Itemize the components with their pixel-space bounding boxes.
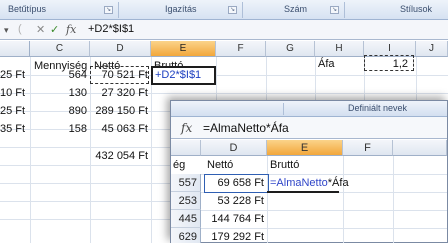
ribbon-group-styles-label: Stílusok [400,4,433,14]
ribbon-separator [118,2,119,18]
grid-line [393,156,394,243]
column-header-c[interactable]: C [30,41,90,57]
formula-input[interactable]: +D2*$I$1 [88,23,134,35]
alignment-dialog-launcher-icon[interactable]: ↘ [228,6,237,14]
ribbon-separator [242,2,243,18]
cell-b-row4[interactable]: 35 Ft [0,120,30,138]
namebox-dropdown-icon[interactable]: ▾ [4,25,9,36]
overlay-formula-bar: fx =AlmaNetto*Áfa [171,117,447,139]
enter-check-icon[interactable]: ✓ [50,23,59,36]
cell-c-row3[interactable]: 890 [30,102,87,120]
column-header-e[interactable]: E [151,41,216,57]
overlay-cell-d-row4[interactable]: 179 292 Ft [201,228,264,243]
insert-function-icon[interactable]: fx [66,23,76,36]
cell-c-row1[interactable]: 564 [30,66,87,84]
overlay-column-header-g[interactable] [393,140,447,156]
ribbon-group-number-label: Szám [284,4,308,14]
column-header-d[interactable]: D [90,41,151,57]
cell-b-row3[interactable]: 25 Ft [0,102,30,120]
overlay-cell-d-row1[interactable]: 69 658 Ft [201,174,264,192]
cell-b-row2[interactable]: 10 Ft [0,84,30,102]
overlay-partial-header: ég [173,159,186,171]
ribbon-separator [283,103,284,115]
ribbon-group-strip: Betűtípus ↘ Igazítás ↘ Szám ↘ Stílusok [0,0,448,20]
cell-d-row1[interactable]: 70 521 Ft [90,66,149,84]
overlay-insert-function-icon[interactable]: fx [181,121,192,135]
overlay-column-header-d[interactable]: D [201,140,267,156]
ribbon-separator [344,2,345,18]
overlay-ribbon: Definiált nevek [171,101,447,117]
ribbon-group-font-label: Betűtípus [8,4,47,14]
overlay-ribbon-label: Definiált nevek [347,103,407,113]
cell-header-afa[interactable]: Áfa [318,55,335,73]
overlay-column-header-f[interactable]: F [343,140,393,156]
cell-d-row2[interactable]: 27 320 Ft [90,84,148,102]
overlay-cell-d-row2[interactable]: 53 228 Ft [201,192,264,210]
cell-c-row2[interactable]: 130 [30,84,87,102]
column-header-b[interactable] [0,41,30,57]
cell-c-row4[interactable]: 158 [30,120,87,138]
column-header-f[interactable]: F [216,41,266,57]
overlay-column-header-corner [171,140,201,156]
overlay-formula-rest: *Áfa [327,177,349,189]
overlay-row-header-4[interactable]: 629 [171,228,201,243]
overlay-named-range-ref: =AlmaNetto [270,177,328,189]
ribbon-group-alignment-label: Igazítás [165,4,197,14]
overlay-header-brutto[interactable]: Bruttó [270,156,299,174]
cell-b-row1[interactable]: 25 Ft [0,66,30,84]
overlay-row-header-2[interactable]: 253 [171,192,201,210]
number-dialog-launcher-icon[interactable]: ↘ [330,6,339,14]
column-header-j[interactable]: J [416,41,448,57]
grid-line [343,156,344,243]
overlay-row-header-1[interactable]: 557 [171,174,201,192]
column-header-g[interactable]: G [266,41,315,57]
expand-icon[interactable]: ( [18,23,22,35]
cell-d-row4[interactable]: 45 063 Ft [90,120,148,138]
defined-names-overlay: Definiált nevek fx =AlmaNetto*Áfa D E F … [170,100,448,243]
formula-bar: ▾ ( ✕ ✓ fx +D2*$I$1 [0,20,448,40]
cancel-icon[interactable]: ✕ [36,23,45,36]
overlay-column-header-e[interactable]: E [267,140,343,156]
overlay-active-cell-formula[interactable]: =AlmaNetto*Áfa [270,174,349,192]
overlay-formula-input[interactable]: =AlmaNetto*Áfa [203,121,289,135]
overlay-header-netto[interactable]: Nettó [207,156,233,174]
active-cell-formula[interactable]: +D2*$I$1 [155,66,201,84]
overlay-cell-d-row3[interactable]: 144 764 Ft [201,210,264,228]
cell-d-total[interactable]: 432 054 Ft [90,147,148,165]
grid-line [267,156,268,243]
cell-afa-value[interactable]: 1,2 [364,55,412,73]
cell-d-row3[interactable]: 289 150 Ft [90,102,148,120]
font-dialog-launcher-icon[interactable]: ↘ [104,6,113,14]
overlay-row-header-3[interactable]: 445 [171,210,201,228]
